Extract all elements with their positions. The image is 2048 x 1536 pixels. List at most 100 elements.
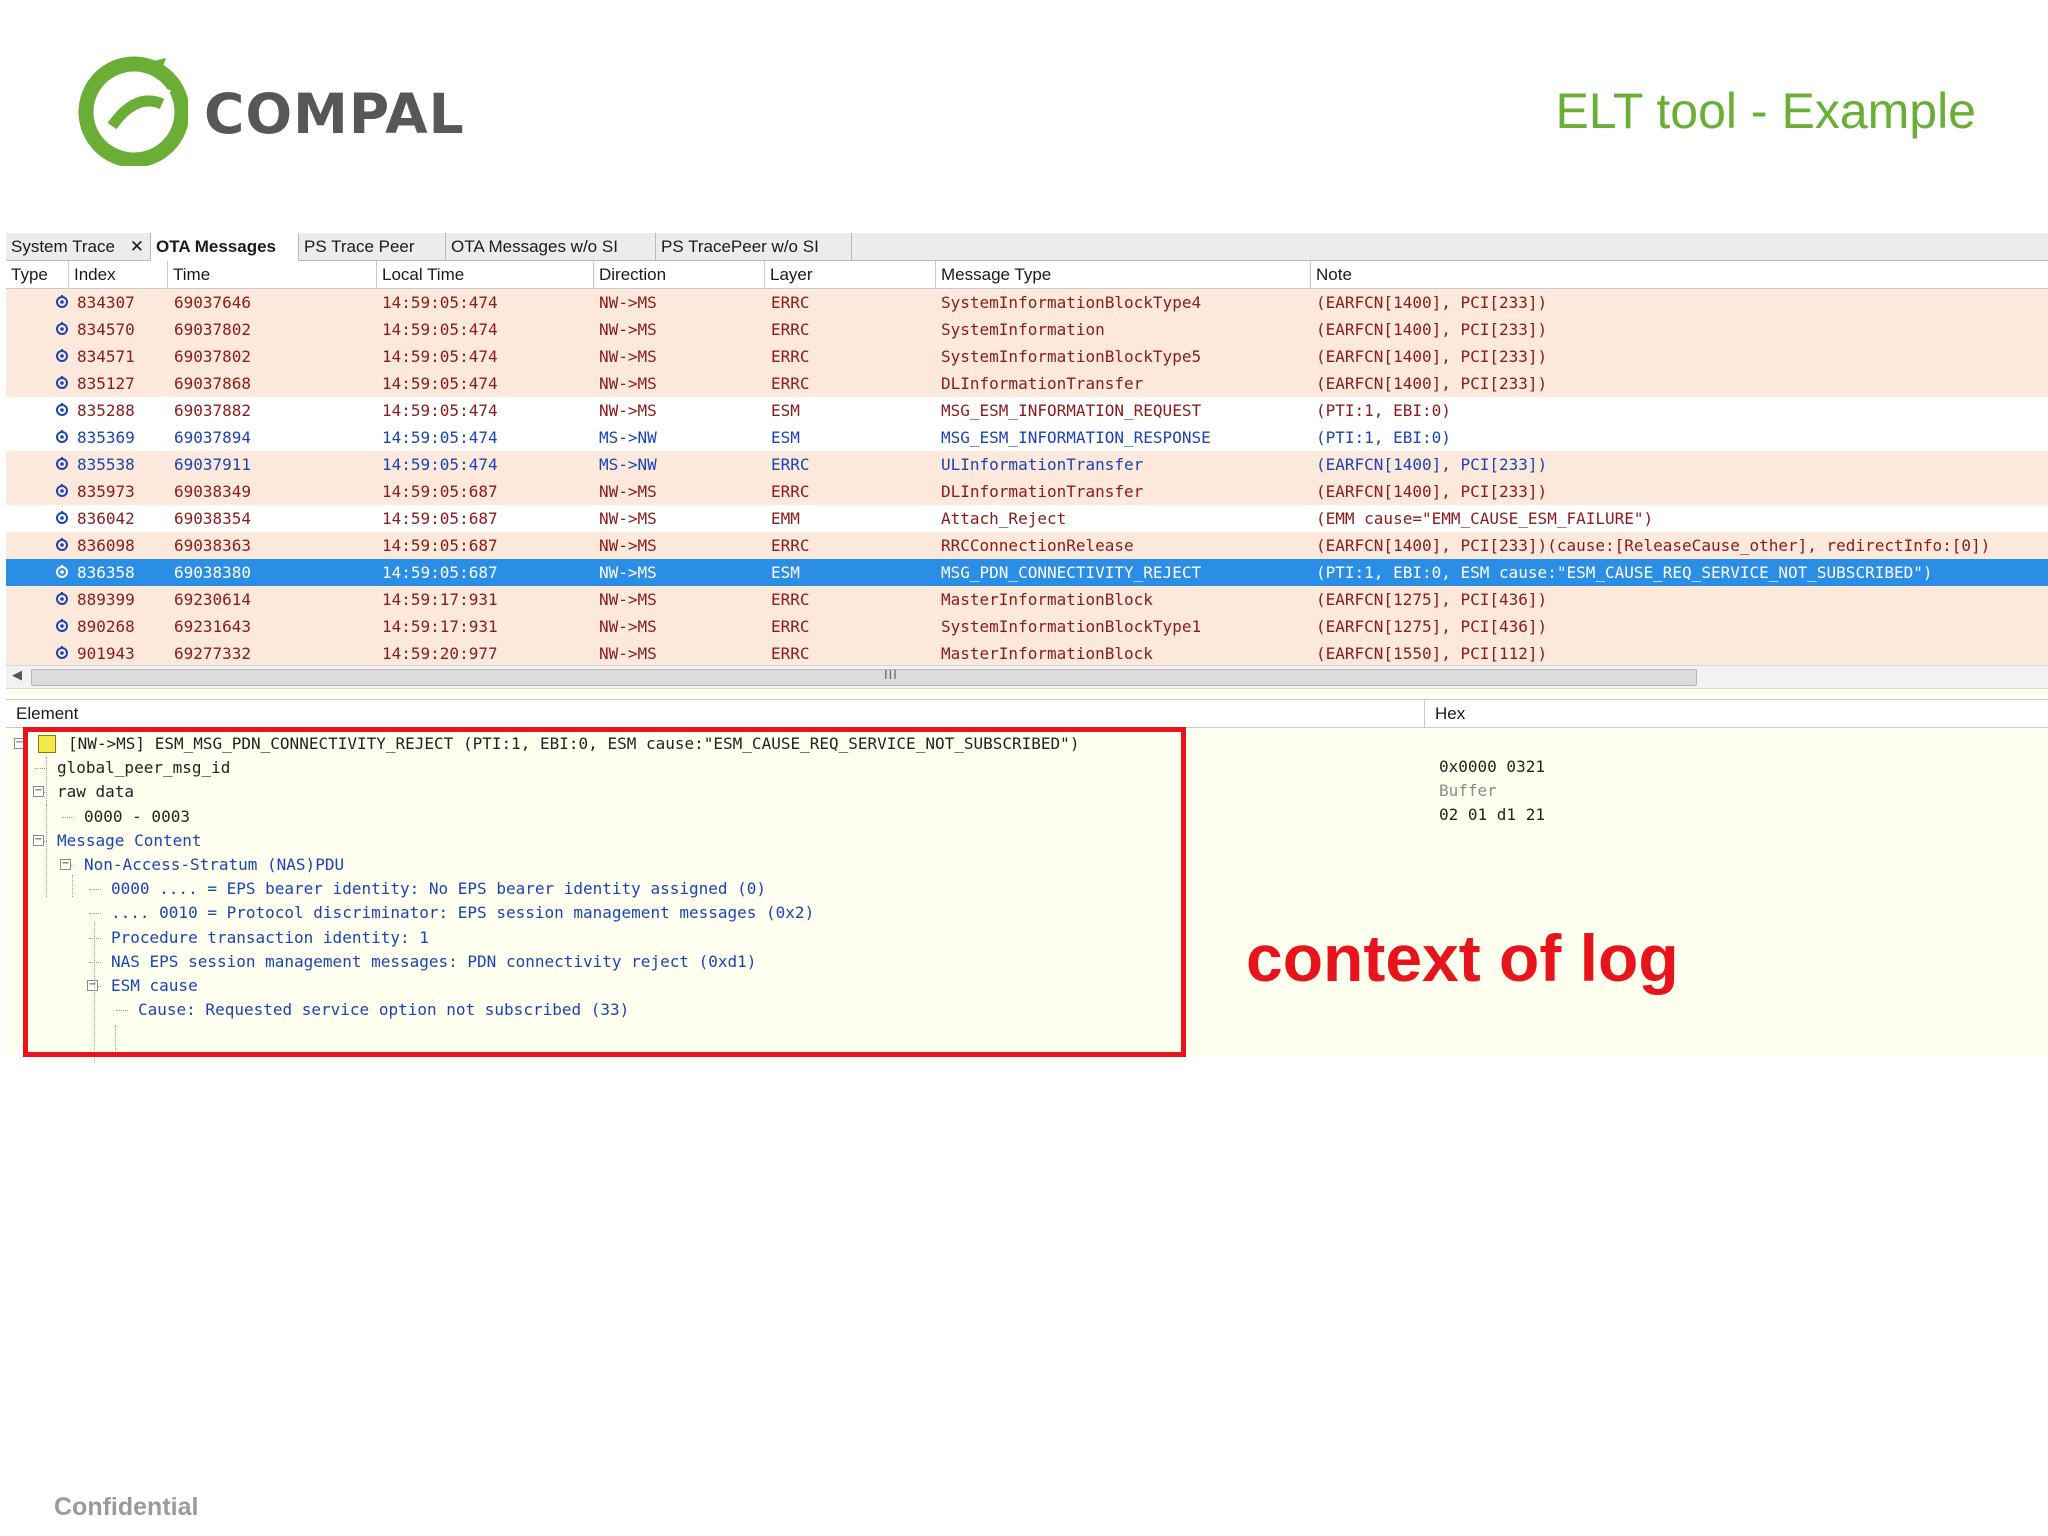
cell-note: (EARFCN[1275], PCI[436])	[1316, 617, 1548, 636]
message-type-icon	[56, 349, 68, 362]
column-header-local-time[interactable]: Local Time	[377, 261, 594, 288]
cell-layer: ERRC	[771, 536, 810, 555]
hex-view: 0x0000 0321 Buffer 02 01 d1 21	[1431, 727, 2048, 1055]
table-row[interactable]: 835288 69037882 14:59:05:474 NW->MS ESM MSG_E…	[6, 397, 2048, 424]
cell-note: (EARFCN[1400], PCI[233])	[1316, 347, 1548, 366]
cell-message-type: MSG_PDN_CONNECTIVITY_REJECT	[941, 563, 1202, 582]
table-row[interactable]: 901943 69277332 14:59:20:977 NW->MS ERRC Mast…	[6, 640, 2048, 665]
cell-time: 69038380	[174, 563, 252, 582]
cell-layer: ERRC	[771, 644, 810, 663]
cell-time: 69037646	[174, 293, 252, 312]
cell-index: 835369	[77, 428, 135, 447]
message-type-icon	[56, 403, 68, 416]
column-header-index[interactable]: Index	[69, 261, 168, 288]
column-header-element[interactable]: Element	[6, 700, 1425, 727]
message-table-body: 834307 69037646 14:59:05:474 NW->MS ERRC Syst…	[6, 289, 2048, 665]
cell-time: 69037882	[174, 401, 252, 420]
detail-pane-header: Element Hex	[6, 699, 2048, 728]
cell-message-type: MSG_ESM_INFORMATION_RESPONSE	[941, 428, 1211, 447]
tab-ota-messages[interactable]: OTA Messages	[151, 233, 299, 261]
cell-direction: NW->MS	[599, 401, 657, 420]
column-header-type[interactable]: Type	[6, 261, 69, 288]
cell-layer: ERRC	[771, 482, 810, 501]
cell-message-type: SystemInformationBlockType1	[941, 617, 1202, 636]
scroll-left-arrow-icon[interactable]: ◀	[12, 667, 22, 683]
cell-layer: ERRC	[771, 617, 810, 636]
scrollbar-thumb[interactable]: III	[31, 667, 1697, 686]
table-row-selected[interactable]: 836358 69038380 14:59:05:687 NW->MS ESM MSG_P…	[6, 559, 2048, 586]
cell-message-type: MasterInformationBlock	[941, 590, 1153, 609]
cell-message-type: DLInformationTransfer	[941, 482, 1144, 501]
table-row[interactable]: 835538 69037911 14:59:05:474 MS->NW ERRC ULIn…	[6, 451, 2048, 478]
cell-time: 69037911	[174, 455, 252, 474]
cell-index: 834307	[77, 293, 135, 312]
cell-index: 890268	[77, 617, 135, 636]
cell-index: 834570	[77, 320, 135, 339]
tab-ota-messages-wo-si[interactable]: OTA Messages w/o SI	[446, 233, 656, 260]
hex-line: 02 01 d1 21	[1439, 805, 1545, 824]
horizontal-scrollbar[interactable]: ◀ III	[6, 665, 2048, 689]
column-header-hex[interactable]: Hex	[1425, 700, 2048, 727]
cell-direction: NW->MS	[599, 320, 657, 339]
table-row[interactable]: 835127 69037868 14:59:05:474 NW->MS ERRC DLIn…	[6, 370, 2048, 397]
message-type-icon	[56, 322, 68, 335]
tab-label: PS Trace Peer	[304, 237, 415, 256]
hex-line: Buffer	[1439, 781, 1497, 800]
cell-local-time: 14:59:05:687	[382, 509, 498, 528]
cell-layer: EMM	[771, 509, 800, 528]
table-row[interactable]: 834570 69037802 14:59:05:474 NW->MS ERRC Syst…	[6, 316, 2048, 343]
cell-time: 69038349	[174, 482, 252, 501]
table-row[interactable]: 835369 69037894 14:59:05:474 MS->NW ESM MSG_E…	[6, 424, 2048, 451]
table-row[interactable]: 836098 69038363 14:59:05:687 NW->MS ERRC RRCC…	[6, 532, 2048, 559]
cell-note: (EARFCN[1275], PCI[436])	[1316, 590, 1548, 609]
cell-index: 836358	[77, 563, 135, 582]
cell-direction: NW->MS	[599, 293, 657, 312]
close-icon[interactable]: ✕	[130, 233, 144, 260]
table-row[interactable]: 834571 69037802 14:59:05:474 NW->MS ERRC Syst…	[6, 343, 2048, 370]
cell-index: 835288	[77, 401, 135, 420]
column-header-time[interactable]: Time	[168, 261, 377, 288]
cell-layer: ERRC	[771, 374, 810, 393]
cell-layer: ERRC	[771, 455, 810, 474]
cell-message-type: SystemInformation	[941, 320, 1105, 339]
compal-logo-icon	[78, 56, 190, 168]
cell-layer: ERRC	[771, 590, 810, 609]
cell-layer: ERRC	[771, 320, 810, 339]
message-table-header: Type Index Time Local Time Direction Lay…	[6, 261, 2048, 289]
hex-line: 0x0000 0321	[1439, 757, 1545, 776]
cell-local-time: 14:59:05:474	[382, 374, 498, 393]
table-row[interactable]: 890268 69231643 14:59:17:931 NW->MS ERRC Syst…	[6, 613, 2048, 640]
message-type-icon	[56, 484, 68, 497]
tab-ps-tracepeer-wo-si[interactable]: PS TracePeer w/o SI	[656, 233, 852, 260]
cell-note: (PTI:1, EBI:0)	[1316, 428, 1451, 447]
table-row[interactable]: 834307 69037646 14:59:05:474 NW->MS ERRC Syst…	[6, 289, 2048, 316]
cell-time: 69037802	[174, 347, 252, 366]
cell-time: 69037868	[174, 374, 252, 393]
table-row[interactable]: 836042 69038354 14:59:05:687 NW->MS EMM Attac…	[6, 505, 2048, 532]
cell-note: (EARFCN[1400], PCI[233])	[1316, 455, 1548, 474]
cell-layer: ERRC	[771, 347, 810, 366]
table-row[interactable]: 835973 69038349 14:59:05:687 NW->MS ERRC DLIn…	[6, 478, 2048, 505]
cell-message-type: MSG_ESM_INFORMATION_REQUEST	[941, 401, 1202, 420]
cell-local-time: 14:59:17:931	[382, 617, 498, 636]
column-header-message-type[interactable]: Message Type	[936, 261, 1311, 288]
tab-ps-trace-peer[interactable]: PS Trace Peer	[299, 233, 446, 260]
column-header-layer[interactable]: Layer	[765, 261, 936, 288]
cell-direction: MS->NW	[599, 428, 657, 447]
scrollbar-grip: III	[884, 667, 898, 682]
cell-local-time: 14:59:05:474	[382, 455, 498, 474]
message-type-icon	[56, 511, 68, 524]
cell-local-time: 14:59:20:977	[382, 644, 498, 663]
cell-index: 901943	[77, 644, 135, 663]
tab-label: OTA Messages w/o SI	[451, 237, 618, 256]
cell-local-time: 14:59:05:474	[382, 401, 498, 420]
table-row[interactable]: 889399 69230614 14:59:17:931 NW->MS ERRC Mast…	[6, 586, 2048, 613]
tab-system-trace[interactable]: System Trace ✕	[6, 233, 151, 260]
message-type-icon	[56, 538, 68, 551]
cell-message-type: RRCConnectionRelease	[941, 536, 1134, 555]
column-header-note[interactable]: Note	[1311, 261, 2048, 288]
cell-direction: NW->MS	[599, 509, 657, 528]
annotation-text: context of log	[1246, 921, 1679, 995]
message-type-icon	[56, 295, 68, 308]
column-header-direction[interactable]: Direction	[594, 261, 765, 288]
